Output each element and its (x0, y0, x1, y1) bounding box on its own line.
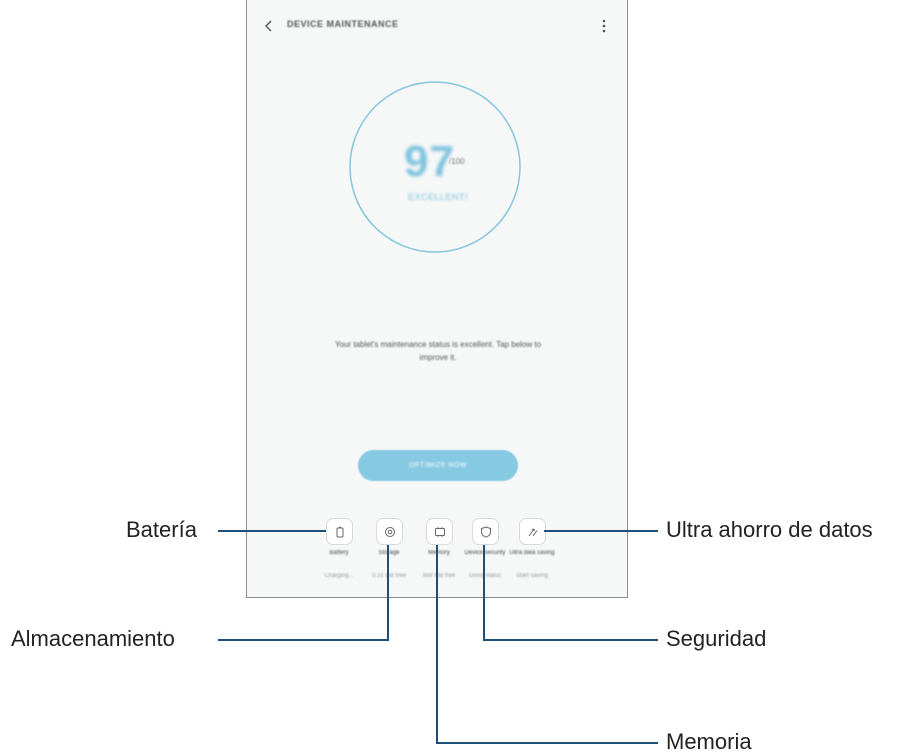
security-leader-line (483, 545, 658, 641)
memory-leader-line (436, 545, 658, 744)
callout-battery: Batería (126, 517, 197, 542)
callout-security: Seguridad (666, 626, 767, 651)
callout-data-saving: Ultra ahorro de datos (666, 517, 873, 542)
storage-leader-line (218, 545, 389, 641)
callout-storage: Almacenamiento (11, 626, 175, 651)
callout-memory: Memoria (666, 729, 752, 754)
